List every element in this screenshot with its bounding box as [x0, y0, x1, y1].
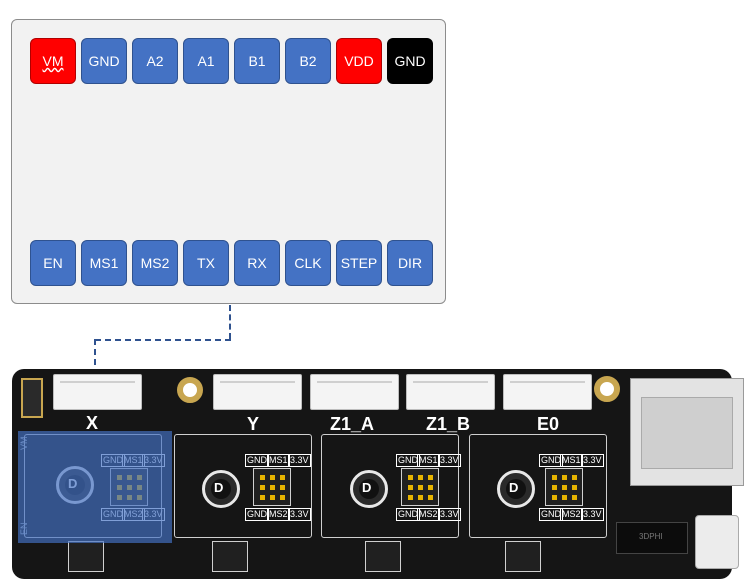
mounting-hole-right — [594, 376, 620, 402]
label-ms2-z1a: MS2 — [417, 508, 440, 521]
pin-clk: CLK — [285, 240, 331, 286]
pin-vdd: VDD — [336, 38, 382, 84]
pin-step-label: STEP — [340, 255, 378, 271]
pin-gnd-2: GND — [387, 38, 433, 84]
jumper-header-y — [253, 468, 291, 506]
label-3v3-z1b-top: 3.3V — [581, 454, 604, 467]
pin-ms2-label: MS2 — [140, 255, 170, 271]
label-ms2-z1b: MS2 — [560, 508, 583, 521]
pin-vm: VM — [30, 38, 76, 84]
label-ms2-y: MS2 — [267, 508, 290, 521]
pin-ms2: MS2 — [132, 240, 178, 286]
pin-a2-label: A2 — [146, 53, 164, 69]
axis-label-z1b: Z1_B — [426, 414, 471, 434]
label-3v3-z1a-top: 3.3V — [438, 454, 461, 467]
pin-b1-label: B1 — [248, 53, 266, 69]
mounting-hole-left — [177, 377, 203, 403]
bottom-header-2 — [212, 541, 248, 572]
capacitor-z1b-label: D — [509, 480, 519, 495]
leader-line-horizontal — [95, 339, 231, 341]
pin-rx-label: RX — [247, 255, 267, 271]
pin-rx: RX — [234, 240, 280, 286]
pin-ms1-label: MS1 — [89, 255, 119, 271]
capacitor-z1a-label: D — [362, 480, 372, 495]
label-gnd-y-bottom: GND — [245, 508, 269, 521]
pin-dir: DIR — [387, 240, 433, 286]
pin-gnd-2-label: GND — [394, 53, 426, 69]
bottom-header-4 — [505, 541, 541, 572]
fuse-component — [21, 378, 43, 418]
usb-port — [695, 515, 739, 569]
label-3v3-y-top: 3.3V — [288, 454, 311, 467]
pin-ms1: MS1 — [81, 240, 127, 286]
motor-connector-y — [213, 374, 302, 410]
driver-socket-y — [174, 434, 312, 538]
axis-label-e0: E0 — [537, 414, 560, 434]
motor-connector-z1b — [406, 374, 495, 410]
label-3v3-z1a-bottom: 3.3V — [438, 508, 461, 521]
axis-label-z1a: Z1_A — [330, 414, 375, 434]
pin-b2-label: B2 — [299, 53, 317, 69]
pin-b1: B1 — [234, 38, 280, 84]
motor-connector-z1a — [310, 374, 399, 410]
pin-vdd-label: VDD — [344, 53, 374, 69]
sd-card-slot — [630, 378, 744, 486]
capacitor-y-label: D — [214, 480, 224, 495]
pin-step: STEP — [336, 240, 382, 286]
pin-vm-label: VM — [42, 53, 64, 69]
pin-b2: B2 — [285, 38, 331, 84]
pin-a1-label: A1 — [197, 53, 215, 69]
pin-clk-label: CLK — [294, 255, 322, 271]
driver-module-highlight — [18, 431, 172, 543]
jumper-header-z1a — [401, 468, 439, 506]
leader-line-vertical-upper — [229, 305, 231, 339]
pin-a1: A1 — [183, 38, 229, 84]
label-3v3-y-bottom: 3.3V — [288, 508, 311, 521]
pin-a2: A2 — [132, 38, 178, 84]
label-ms1-z1b: MS1 — [560, 454, 583, 467]
pin-dir-label: DIR — [397, 255, 423, 271]
motor-connector-x — [53, 374, 142, 410]
overlay-en-label: EN — [19, 522, 29, 535]
usb-chip: 3DPHI — [616, 522, 688, 554]
motor-connector-e0 — [503, 374, 592, 410]
usb-chip-label: 3DPHI — [639, 532, 663, 541]
pin-en-label: EN — [43, 255, 63, 271]
pin-gnd-1-label: GND — [88, 53, 120, 69]
bottom-header-3 — [365, 541, 401, 572]
jumper-header-z1b — [545, 468, 583, 506]
bottom-header-1 — [68, 541, 104, 572]
pin-gnd-1: GND — [81, 38, 127, 84]
label-gnd-y-top: GND — [245, 454, 269, 467]
pin-tx: TX — [183, 240, 229, 286]
driver-socket-z1b — [469, 434, 607, 538]
pin-en: EN — [30, 240, 76, 286]
axis-label-y: Y — [247, 414, 260, 434]
pin-tx-label: TX — [197, 255, 215, 271]
label-ms1-z1a: MS1 — [417, 454, 440, 467]
label-3v3-z1b-bottom: 3.3V — [581, 508, 604, 521]
label-ms1-y: MS1 — [267, 454, 290, 467]
overlay-vm-label: VM — [19, 436, 29, 451]
